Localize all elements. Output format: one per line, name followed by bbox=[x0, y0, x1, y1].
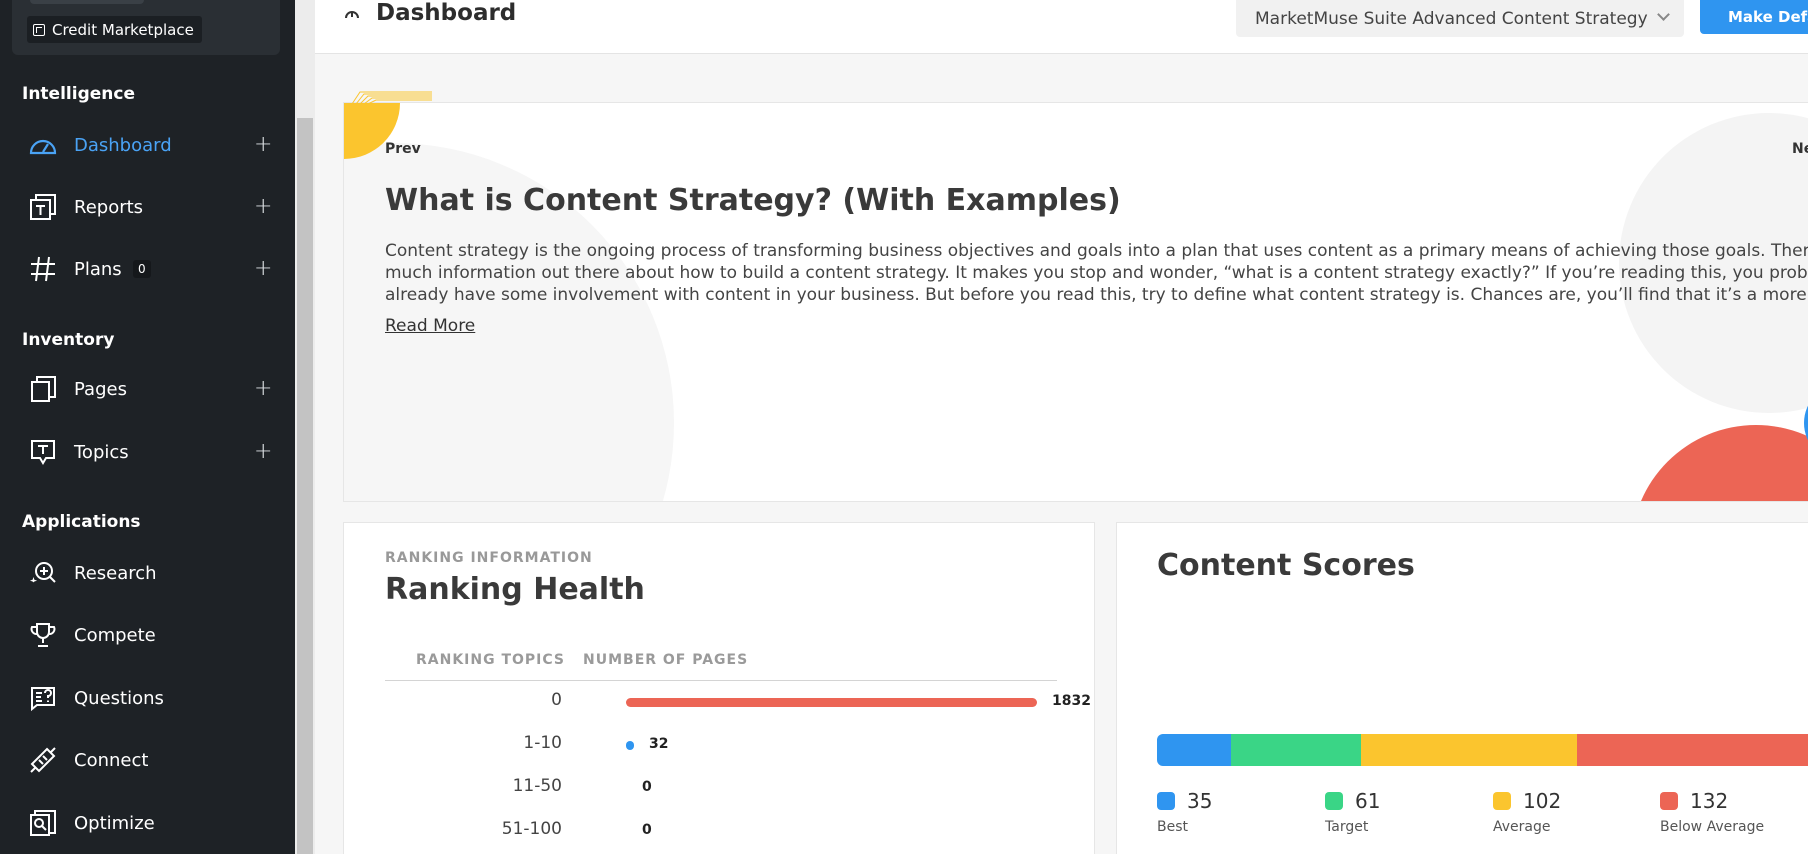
add-dashboard-button[interactable]: + bbox=[254, 134, 272, 156]
sidebar-item-label: Reports bbox=[74, 196, 144, 218]
add-topic-button[interactable]: + bbox=[254, 441, 272, 463]
trophy-icon bbox=[28, 620, 58, 650]
table-row: 11-50 0 bbox=[385, 773, 1057, 803]
add-page-button[interactable]: + bbox=[254, 378, 272, 400]
questions-icon bbox=[28, 683, 58, 713]
featured-article-card: Prev Next What is Content Strategy? (Wit… bbox=[343, 102, 1808, 502]
sidebar: Credit Marketplace Intelligence Dashboar… bbox=[0, 0, 295, 854]
add-plan-button[interactable]: + bbox=[254, 258, 272, 280]
card-tab bbox=[30, 0, 144, 4]
ranking-count: 0 bbox=[642, 779, 652, 795]
ranking-bar bbox=[626, 741, 634, 750]
ranking-count: 0 bbox=[642, 822, 652, 838]
plans-count-badge: 0 bbox=[133, 260, 151, 278]
sidebar-item-label: Compete bbox=[74, 624, 156, 646]
legend-value: 132 bbox=[1690, 789, 1729, 813]
sidebar-item-questions[interactable]: Questions bbox=[0, 675, 295, 721]
sidebar-item-connect[interactable]: Connect bbox=[0, 737, 295, 783]
ranking-range: 1-10 bbox=[523, 733, 562, 753]
add-report-button[interactable]: + bbox=[254, 196, 272, 218]
marketplace-icon bbox=[33, 23, 45, 36]
sidebar-item-label: Topics bbox=[74, 441, 129, 463]
read-more-link[interactable]: Read More bbox=[385, 316, 475, 336]
sidebar-item-label: Connect bbox=[74, 749, 149, 771]
sidebar-item-reports[interactable]: Reports + bbox=[0, 184, 295, 230]
next-button[interactable]: Next bbox=[1792, 141, 1808, 157]
sidebar-item-label: Questions bbox=[74, 687, 164, 709]
page-title: Dashboard bbox=[376, 0, 517, 26]
legend-value: 102 bbox=[1523, 789, 1562, 813]
dashboard-select-value: MarketMuse Suite Advanced Content Strate… bbox=[1255, 8, 1648, 29]
credit-marketplace-label: Credit Marketplace bbox=[52, 20, 194, 39]
make-default-button[interactable]: Make Default bbox=[1700, 0, 1808, 34]
ranking-title: Ranking Health bbox=[385, 572, 645, 607]
credit-marketplace-button[interactable]: Credit Marketplace bbox=[27, 16, 202, 43]
legend-value: 61 bbox=[1355, 789, 1381, 813]
section-inventory: Inventory bbox=[22, 330, 115, 350]
chevron-down-icon bbox=[1657, 8, 1670, 21]
legend-swatch bbox=[1660, 792, 1678, 810]
gauge-icon bbox=[28, 130, 58, 160]
content-scores-bar bbox=[1157, 734, 1808, 766]
sidebar-item-dashboard[interactable]: Dashboard + bbox=[0, 122, 295, 168]
ranking-count: 32 bbox=[649, 736, 669, 752]
sidebar-item-topics[interactable]: Topics + bbox=[0, 429, 295, 475]
legend-swatch bbox=[1325, 792, 1343, 810]
content-scores-title: Content Scores bbox=[1157, 548, 1415, 583]
legend-label: Target bbox=[1325, 819, 1369, 835]
section-intelligence: Intelligence bbox=[22, 84, 135, 104]
research-icon bbox=[28, 558, 58, 588]
col-number-of-pages: NUMBER OF PAGES bbox=[583, 652, 749, 668]
table-row: 0 1832 bbox=[385, 687, 1091, 717]
sidebar-item-label: Research bbox=[74, 562, 157, 584]
ranking-range: 11-50 bbox=[512, 776, 562, 796]
ranking-health-card: RANKING INFORMATION Ranking Health RANKI… bbox=[343, 522, 1095, 854]
connect-icon bbox=[28, 745, 58, 775]
legend-label: Best bbox=[1157, 819, 1189, 835]
content-scores-card: Content Scores 35 Best 61 Target 102 Ave… bbox=[1116, 522, 1808, 854]
ranking-count: 1832 bbox=[1052, 693, 1091, 709]
optimize-icon bbox=[28, 808, 58, 838]
sidebar-item-plans[interactable]: Plans 0 + bbox=[0, 246, 295, 292]
report-icon bbox=[28, 192, 58, 222]
article-excerpt: Content strategy is the ongoing process … bbox=[385, 241, 1808, 305]
ranking-range: 51-100 bbox=[501, 819, 562, 839]
sidebar-scrollbar-thumb[interactable] bbox=[297, 118, 313, 854]
legend-swatch bbox=[1493, 792, 1511, 810]
topic-icon bbox=[28, 437, 58, 467]
col-ranking-topics: RANKING TOPICS bbox=[416, 652, 566, 668]
legend-swatch bbox=[1157, 792, 1175, 810]
ranking-range: 0 bbox=[551, 690, 562, 710]
article-title: What is Content Strategy? (With Examples… bbox=[385, 183, 1121, 218]
score-segment-average bbox=[1360, 734, 1577, 766]
legend-label: Average bbox=[1493, 819, 1551, 835]
prev-button[interactable]: Prev bbox=[385, 141, 421, 157]
table-row: 51-100 0 bbox=[385, 816, 1057, 846]
ranking-bar bbox=[626, 698, 1037, 707]
sidebar-item-research[interactable]: Research bbox=[0, 550, 295, 596]
sidebar-item-label: Pages bbox=[74, 378, 127, 400]
credit-card: Credit Marketplace bbox=[12, 0, 280, 55]
sidebar-item-pages[interactable]: Pages + bbox=[0, 366, 295, 412]
sidebar-item-optimize[interactable]: Optimize bbox=[0, 800, 295, 846]
decorative-red-circle bbox=[1631, 425, 1808, 501]
sidebar-item-compete[interactable]: Compete bbox=[0, 612, 295, 658]
table-row: 1-10 32 bbox=[385, 730, 1057, 760]
legend-label: Below Average bbox=[1660, 819, 1765, 835]
dashboard-select[interactable]: MarketMuse Suite Advanced Content Strate… bbox=[1236, 0, 1684, 37]
legend-value: 35 bbox=[1187, 789, 1213, 813]
ranking-eyebrow: RANKING INFORMATION bbox=[385, 550, 593, 566]
sidebar-item-label: Optimize bbox=[74, 812, 155, 834]
hash-icon bbox=[28, 254, 58, 284]
sidebar-item-label: Plans bbox=[74, 258, 122, 280]
pages-icon bbox=[28, 374, 58, 404]
decorative-stripes bbox=[352, 91, 432, 104]
score-segment-target bbox=[1231, 734, 1361, 766]
dashboard-gauge-icon bbox=[344, 5, 360, 21]
score-segment-best bbox=[1157, 734, 1232, 766]
sidebar-item-label: Dashboard bbox=[74, 134, 172, 156]
section-applications: Applications bbox=[22, 512, 141, 532]
score-segment-below-average bbox=[1576, 734, 1808, 766]
divider bbox=[385, 680, 1057, 681]
